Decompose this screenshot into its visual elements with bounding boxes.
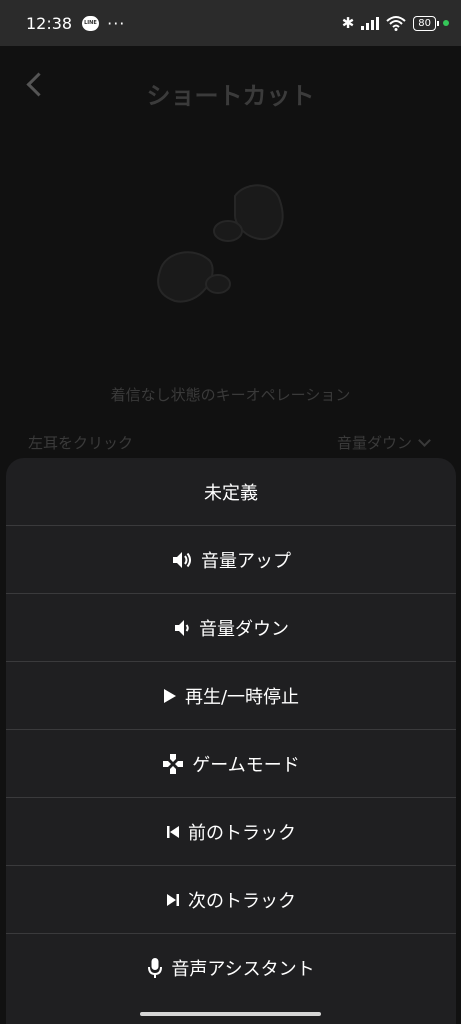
gamepad-icon [162, 753, 184, 775]
option-volume-down[interactable]: 音量ダウン [6, 594, 456, 662]
option-label: 未定義 [204, 482, 258, 504]
line-app-icon [82, 15, 100, 31]
page-title: ショートカット [146, 82, 315, 110]
option-undefined[interactable]: 未定義 [6, 458, 456, 526]
option-label: 次のトラック [188, 890, 296, 912]
action-bottom-sheet: 未定義 音量アップ 音量ダウン 再生/一時停止 ゲームモード 前のトラック 次の… [6, 458, 456, 1024]
status-bar: 12:38 ··· ✱ 80 [0, 0, 461, 46]
option-label: 前のトラック [188, 822, 296, 844]
volume-down-icon [173, 619, 191, 637]
option-label: 音声アシスタント [171, 959, 315, 980]
signal-icon [361, 16, 380, 30]
battery-icon: 80 [413, 15, 439, 31]
key-operation-subtitle: 着信なし状態のキーオペレーション [110, 386, 351, 404]
privacy-indicator-dot [443, 20, 449, 26]
previous-track-icon [166, 824, 180, 840]
status-time: 12:38 [26, 13, 73, 33]
setting-value-text: 音量ダウン [336, 434, 412, 452]
option-label: ゲームモード [192, 754, 300, 776]
option-label: 音量アップ [201, 550, 291, 572]
wifi-icon [386, 16, 406, 31]
chevron-down-icon [418, 434, 431, 447]
earbuds-image [157, 184, 284, 303]
page-header: ショートカット [0, 46, 461, 142]
left-ear-click-setting[interactable]: 左耳をクリック 音量ダウン [28, 432, 431, 453]
home-indicator[interactable] [140, 1012, 321, 1016]
option-game-mode[interactable]: ゲームモード [6, 730, 456, 798]
option-label: 音量ダウン [199, 618, 289, 640]
option-voice-assistant[interactable]: 音声アシスタント [6, 934, 456, 1002]
status-icons: ✱ 80 [342, 14, 449, 32]
bluetooth-icon: ✱ [341, 14, 355, 32]
next-track-icon [166, 892, 180, 908]
more-notifications-icon: ··· [107, 13, 126, 33]
microphone-icon [147, 957, 163, 979]
option-volume-up[interactable]: 音量アップ [6, 526, 456, 594]
play-icon [163, 688, 177, 704]
option-previous-track[interactable]: 前のトラック [6, 798, 456, 866]
volume-up-icon [171, 551, 193, 569]
option-play-pause[interactable]: 再生/一時停止 [6, 662, 456, 730]
option-next-track[interactable]: 次のトラック [6, 866, 456, 934]
setting-value: 音量ダウン [336, 432, 431, 453]
option-label: 再生/一時停止 [184, 686, 300, 708]
setting-label: 左耳をクリック [28, 434, 134, 452]
